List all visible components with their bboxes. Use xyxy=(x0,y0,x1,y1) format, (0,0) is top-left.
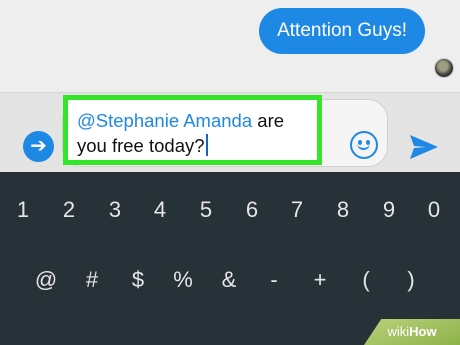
key-percent[interactable]: % xyxy=(165,262,201,298)
key-8[interactable]: 8 xyxy=(325,192,361,228)
message-input[interactable]: @Stephanie Amanda are you free today? xyxy=(63,95,322,165)
key-minus[interactable]: - xyxy=(256,262,292,298)
key-7[interactable]: 7 xyxy=(279,192,315,228)
key-plus[interactable]: + xyxy=(302,262,338,298)
key-5[interactable]: 5 xyxy=(188,192,224,228)
avatar xyxy=(434,58,454,78)
key-open-paren[interactable]: ( xyxy=(348,262,384,298)
message-composer: ➔ @Stephanie Amanda are you free today? xyxy=(0,92,460,172)
key-1[interactable]: 1 xyxy=(5,192,41,228)
key-hash[interactable]: # xyxy=(74,262,110,298)
send-icon[interactable] xyxy=(408,133,440,161)
key-2[interactable]: 2 xyxy=(51,192,87,228)
arrow-right-circle-icon[interactable]: ➔ xyxy=(23,131,54,162)
key-close-paren[interactable]: ) xyxy=(393,262,429,298)
key-dollar[interactable]: $ xyxy=(120,262,156,298)
mention-tag: @Stephanie Amanda xyxy=(77,110,253,131)
wikihow-watermark: wikiHow xyxy=(364,319,460,345)
key-at[interactable]: @ xyxy=(28,262,64,298)
text-cursor xyxy=(205,134,208,156)
key-6[interactable]: 6 xyxy=(234,192,270,228)
key-4[interactable]: 4 xyxy=(142,192,178,228)
smiley-icon[interactable] xyxy=(350,131,378,159)
key-9[interactable]: 9 xyxy=(371,192,407,228)
keyboard: 1 2 3 4 5 6 7 8 9 0 @ # $ % & - + ( ) wi… xyxy=(0,172,460,345)
conversation-area: Attention Guys! xyxy=(0,0,460,92)
sent-message-bubble[interactable]: Attention Guys! xyxy=(259,8,425,54)
key-ampersand[interactable]: & xyxy=(211,262,247,298)
key-3[interactable]: 3 xyxy=(97,192,133,228)
key-0[interactable]: 0 xyxy=(416,192,452,228)
